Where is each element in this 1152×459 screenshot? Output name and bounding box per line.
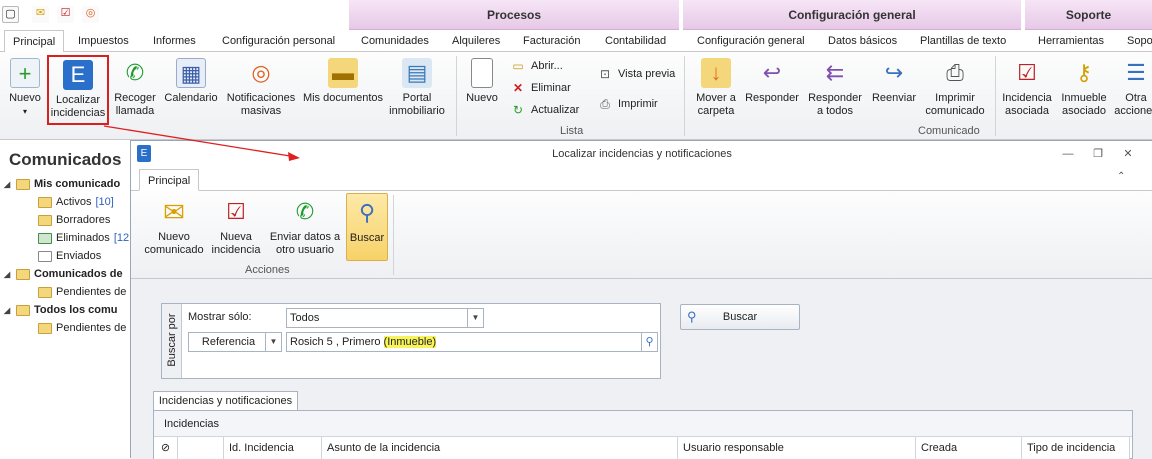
annotation-arrow	[103, 125, 300, 161]
